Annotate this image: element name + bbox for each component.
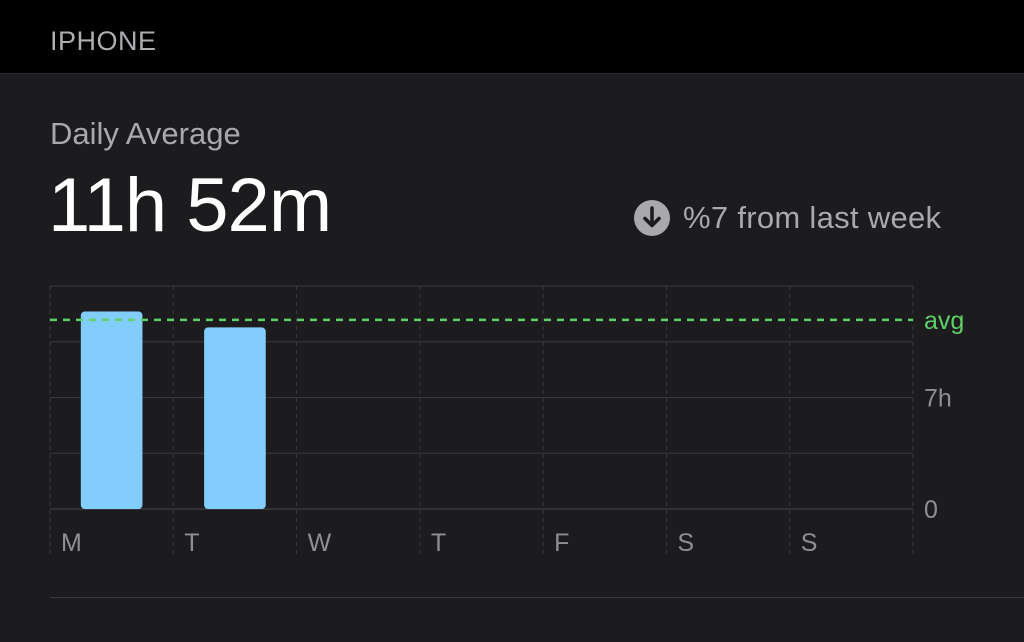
bar — [80, 311, 143, 509]
y-tick-label: 7h — [924, 385, 952, 413]
bar — [204, 327, 266, 509]
average-label: avg — [924, 307, 964, 335]
x-tick-label: F — [554, 529, 569, 557]
y-tick-label: 0 — [924, 496, 938, 524]
x-tick-label: S — [677, 529, 694, 557]
x-tick-label: M — [61, 529, 82, 557]
x-tick-label: W — [308, 529, 332, 557]
screen-time-bar-chart: avg 0 7h M T W T F S S — [49, 285, 964, 558]
x-tick-label: T — [431, 529, 446, 557]
x-tick-label: S — [801, 529, 818, 557]
x-tick-label: T — [184, 529, 199, 557]
section-divider — [50, 597, 1024, 598]
